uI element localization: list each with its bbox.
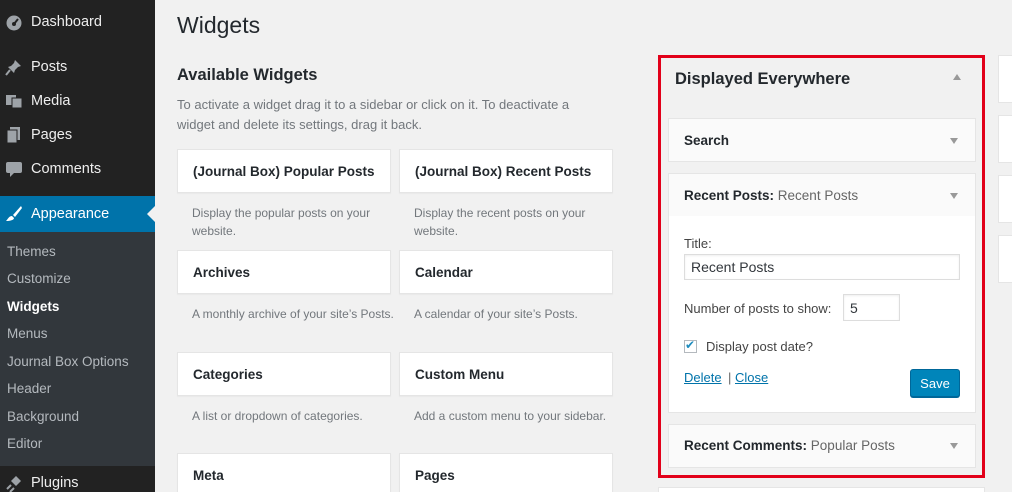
comment-icon bbox=[4, 159, 24, 179]
sidebar-panel-partial[interactable] bbox=[998, 235, 1012, 283]
submenu-themes[interactable]: Themes bbox=[7, 244, 56, 259]
widget-archives[interactable]: Archives bbox=[177, 250, 391, 294]
submenu-customize[interactable]: Customize bbox=[7, 271, 71, 286]
widget-description: Display the popular posts on your websit… bbox=[192, 206, 371, 238]
menu-dashboard[interactable]: Dashboard bbox=[0, 5, 155, 39]
title-input[interactable] bbox=[684, 254, 960, 280]
menu-appearance[interactable]: Appearance bbox=[0, 196, 155, 232]
widget-name: Pages bbox=[415, 468, 455, 483]
submenu-journal-box-options[interactable]: Journal Box Options bbox=[7, 354, 129, 369]
widget-pages[interactable]: Pages bbox=[399, 453, 613, 492]
sidebar-panel-partial[interactable] bbox=[658, 487, 985, 492]
menu-media[interactable]: Media bbox=[0, 84, 155, 118]
expand-arrow-icon[interactable] bbox=[950, 138, 958, 144]
submenu-background[interactable]: Background bbox=[7, 409, 79, 424]
widget-recent-posts-title: Recent Posts: Recent Posts bbox=[684, 188, 858, 203]
widget-name: Categories bbox=[193, 367, 263, 382]
admin-sidebar: Dashboard Posts Media Pages Comments App… bbox=[0, 0, 155, 492]
widget-description: Display the recent posts on your website… bbox=[414, 206, 586, 238]
menu-plugins[interactable]: Plugins bbox=[0, 466, 155, 492]
widget-name: (Journal Box) Recent Posts bbox=[415, 164, 592, 179]
expand-arrow-icon[interactable] bbox=[950, 443, 958, 449]
menu-dashboard-label: Dashboard bbox=[31, 14, 102, 30]
menu-posts-label: Posts bbox=[31, 59, 68, 75]
widget-description: A list or dropdown of categories. bbox=[192, 409, 363, 423]
widget-custom-menu[interactable]: Custom Menu bbox=[399, 352, 613, 396]
sidebar-panel-partial[interactable] bbox=[998, 115, 1012, 163]
appearance-submenu: Themes Customize Widgets Menus Journal B… bbox=[0, 232, 155, 466]
brush-icon bbox=[4, 204, 24, 224]
widget-name: (Journal Box) Popular Posts bbox=[193, 164, 375, 179]
close-link[interactable]: Close bbox=[735, 370, 768, 385]
widget-type: Recent Comments: bbox=[684, 438, 808, 453]
page-title: Widgets bbox=[177, 12, 261, 38]
expand-arrow-icon[interactable] bbox=[950, 193, 958, 199]
menu-comments-label: Comments bbox=[31, 161, 102, 177]
sidebar-panel-partial[interactable] bbox=[998, 175, 1012, 223]
sidebar-panel-title[interactable]: Displayed Everywhere bbox=[675, 70, 850, 89]
menu-media-label: Media bbox=[31, 93, 71, 109]
widget-search-title: Search bbox=[684, 133, 730, 148]
available-widgets-description: To activate a widget drag it to a sideba… bbox=[177, 97, 570, 132]
widget-meta[interactable]: Meta bbox=[177, 453, 391, 492]
menu-comments[interactable]: Comments bbox=[0, 152, 155, 186]
delete-link[interactable]: Delete bbox=[684, 370, 722, 385]
widget-description: A calendar of your site’s Posts. bbox=[414, 307, 578, 321]
widget-journal-box-recent-posts[interactable]: (Journal Box) Recent Posts bbox=[399, 149, 613, 193]
widget-calendar[interactable]: Calendar bbox=[399, 250, 613, 294]
post-count-input[interactable] bbox=[843, 294, 900, 321]
title-label: Title: bbox=[684, 236, 712, 251]
display-date-label[interactable]: Display post date? bbox=[706, 339, 813, 354]
media-icon bbox=[4, 91, 24, 111]
plugin-icon bbox=[4, 473, 24, 492]
widget-name: Archives bbox=[193, 265, 251, 280]
widget-instance: Recent Posts bbox=[777, 188, 859, 203]
menu-posts[interactable]: Posts bbox=[0, 50, 155, 84]
pin-icon bbox=[4, 57, 24, 77]
widget-journal-box-popular-posts[interactable]: (Journal Box) Popular Posts bbox=[177, 149, 391, 193]
menu-pages-label: Pages bbox=[31, 127, 73, 143]
save-button[interactable]: Save bbox=[910, 369, 960, 397]
widget-type: Recent Posts: bbox=[684, 188, 775, 203]
widget-instance: Popular Posts bbox=[810, 438, 895, 453]
pages-icon bbox=[4, 125, 24, 145]
sidebar-panel-partial[interactable] bbox=[998, 55, 1012, 103]
menu-plugins-label: Plugins bbox=[31, 475, 79, 491]
display-date-checkbox[interactable] bbox=[684, 338, 697, 353]
dashboard-icon bbox=[4, 12, 24, 32]
widget-categories[interactable]: Categories bbox=[177, 352, 391, 396]
submenu-header[interactable]: Header bbox=[7, 381, 51, 396]
widget-name: Meta bbox=[193, 468, 224, 483]
link-separator: | bbox=[728, 370, 732, 385]
available-widgets-title: Available Widgets bbox=[177, 66, 318, 84]
submenu-menus[interactable]: Menus bbox=[7, 326, 48, 341]
menu-pages[interactable]: Pages bbox=[0, 118, 155, 152]
widget-name: Calendar bbox=[415, 265, 473, 280]
widget-name: Custom Menu bbox=[415, 367, 505, 382]
widget-description: A monthly archive of your site’s Posts. bbox=[192, 307, 394, 321]
submenu-editor[interactable]: Editor bbox=[7, 436, 42, 451]
widget-description: Add a custom menu to your sidebar. bbox=[414, 409, 607, 423]
widget-recent-comments-title: Recent Comments: Popular Posts bbox=[684, 438, 895, 453]
collapse-arrow-icon[interactable] bbox=[953, 74, 961, 80]
submenu-widgets[interactable]: Widgets bbox=[7, 299, 59, 314]
count-label: Number of posts to show: bbox=[684, 301, 832, 316]
menu-appearance-label: Appearance bbox=[31, 206, 110, 222]
